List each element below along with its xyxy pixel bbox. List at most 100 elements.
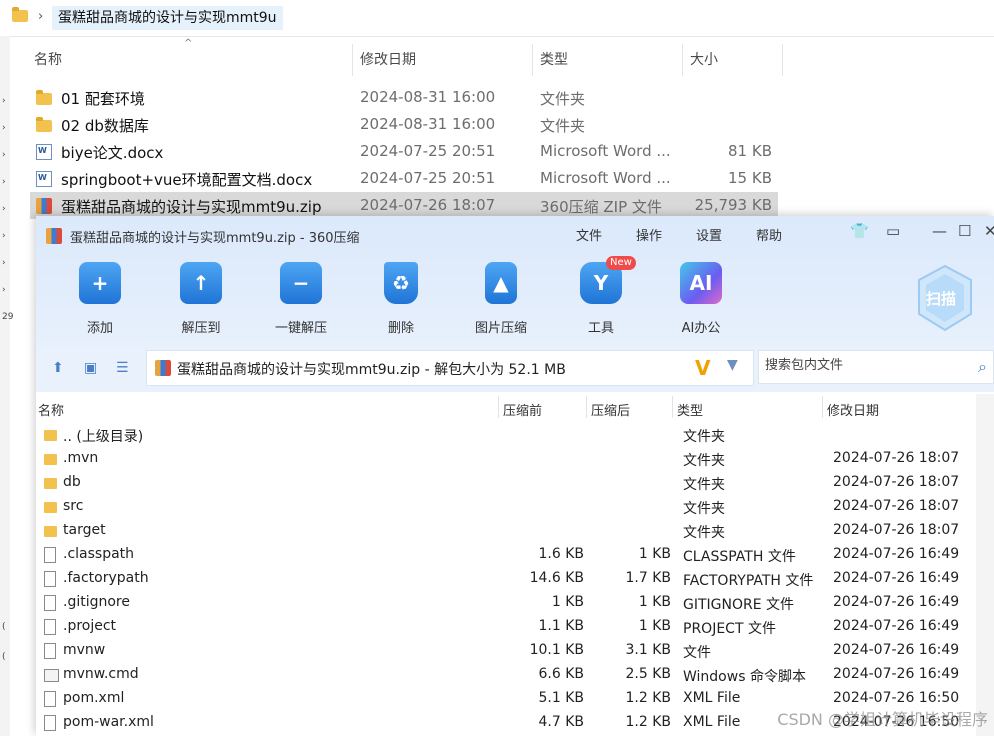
expand-chevron-icon[interactable]: ›	[2, 285, 6, 295]
file-row[interactable]: biye论文.docx 2024-07-25 20:51 Microsoft W…	[30, 138, 778, 165]
ai-office-button[interactable]: AI AI办公	[661, 262, 741, 336]
maximize-icon[interactable]: ☐	[958, 222, 971, 240]
archive-search-box[interactable]: ⌕	[758, 350, 994, 384]
file-icon	[44, 691, 56, 707]
image-compress-icon: ▲	[485, 262, 517, 304]
column-header-date[interactable]: 修改日期	[827, 400, 879, 419]
search-icon[interactable]: ⌕	[978, 357, 987, 377]
entry-name: target	[63, 522, 106, 538]
column-divider[interactable]	[498, 396, 499, 418]
file-name: 01 配套环境	[61, 90, 145, 108]
close-icon[interactable]: ✕	[984, 222, 994, 240]
expand-chevron-icon[interactable]: ›	[2, 123, 6, 133]
file-row[interactable]: 02 db数据库 2024-08-31 16:00 文件夹	[30, 111, 778, 138]
entry-type: GITIGNORE 文件	[683, 597, 795, 613]
extract-to-button[interactable]: ↑ 解压到	[161, 262, 241, 336]
tools-button[interactable]: Y 工具	[561, 262, 641, 336]
search-input[interactable]	[763, 357, 967, 374]
verified-v-icon[interactable]: V	[695, 356, 710, 380]
expand-chevron-icon[interactable]: ›	[2, 231, 6, 241]
expand-chevron-icon[interactable]: ›	[2, 258, 6, 268]
entry-type: CLASSPATH 文件	[683, 549, 796, 565]
archive-row[interactable]: db 文件夹 2024-07-26 18:07	[36, 471, 976, 495]
expand-chevron-icon[interactable]: ›	[2, 204, 6, 214]
360zip-logo-icon	[46, 228, 62, 244]
entry-size-before: 1.1 KB	[538, 618, 585, 634]
archive-row[interactable]: .factorypath 14.6 KB 1.7 KB FACTORYPATH …	[36, 567, 976, 591]
entry-name: .. (上级目录)	[63, 429, 144, 445]
column-header-date[interactable]: 修改日期	[360, 44, 416, 76]
dropdown-arrow-icon[interactable]: ▼	[727, 357, 738, 373]
nav-pane-text: 29	[2, 312, 14, 322]
column-header-name[interactable]: 名称	[34, 44, 62, 76]
address-bar[interactable]: › 蛋糕甜品商城的设计与实现mmt9u	[0, 0, 994, 37]
file-name: biye论文.docx	[61, 144, 164, 162]
column-header-type[interactable]: 类型	[677, 400, 703, 419]
menu-file[interactable]: 文件	[576, 225, 602, 244]
archive-row[interactable]: .mvn 文件夹 2024-07-26 18:07	[36, 447, 976, 471]
new-badge: New	[606, 256, 636, 270]
archive-row[interactable]: mvnw.cmd 6.6 KB 2.5 KB Windows 命令脚本 2024…	[36, 663, 976, 687]
vertical-scrollbar[interactable]	[976, 394, 994, 736]
entry-size-after: 1.2 KB	[625, 690, 672, 706]
scan-button[interactable]: 扫描	[916, 264, 974, 332]
column-divider[interactable]	[822, 396, 823, 418]
path-navigation-bar: ⬆ ▣ ☰ 蛋糕甜品商城的设计与实现mmt9u.zip - 解包大小为 52.1…	[36, 346, 994, 392]
view-thumbnail-icon[interactable]: ▣	[84, 360, 97, 376]
column-header-after[interactable]: 压缩后	[591, 400, 630, 419]
menu-help[interactable]: 帮助	[756, 225, 782, 244]
chevron-right-icon[interactable]: ›	[38, 9, 43, 24]
feedback-icon[interactable]: ▭	[886, 222, 900, 240]
archive-row[interactable]: mvnw 10.1 KB 3.1 KB 文件 2024-07-26 16:49	[36, 639, 976, 663]
column-divider[interactable]	[352, 44, 353, 76]
entry-name: .mvn	[63, 450, 99, 466]
menu-settings[interactable]: 设置	[696, 225, 722, 244]
add-button[interactable]: + 添加	[60, 262, 140, 336]
entry-type: FACTORYPATH 文件	[683, 573, 814, 589]
column-divider[interactable]	[586, 396, 587, 418]
file-row[interactable]: 01 配套环境 2024-08-31 16:00 文件夹	[30, 84, 778, 111]
archive-row[interactable]: .classpath 1.6 KB 1 KB CLASSPATH 文件 2024…	[36, 543, 976, 567]
expand-chevron-icon[interactable]: ›	[2, 150, 6, 160]
image-compress-button[interactable]: ▲ 图片压缩	[461, 262, 541, 336]
breadcrumb[interactable]: 蛋糕甜品商城的设计与实现mmt9u	[52, 6, 283, 30]
archive-row[interactable]: .project 1.1 KB 1 KB PROJECT 文件 2024-07-…	[36, 615, 976, 639]
tool-label: 图片压缩	[474, 321, 527, 336]
skin-icon[interactable]: 👕	[850, 222, 869, 240]
column-header-before[interactable]: 压缩前	[503, 400, 542, 419]
column-divider[interactable]	[672, 396, 673, 418]
menu-operation[interactable]: 操作	[636, 225, 662, 244]
column-header-type[interactable]: 类型	[540, 44, 568, 76]
entry-type: XML File	[683, 714, 741, 730]
minimize-icon[interactable]: —	[932, 222, 947, 240]
archive-row[interactable]: src 文件夹 2024-07-26 18:07	[36, 495, 976, 519]
archive-path-box[interactable]: 蛋糕甜品商城的设计与实现mmt9u.zip - 解包大小为 52.1 MB V …	[146, 350, 754, 386]
one-click-extract-button[interactable]: − 一键解压	[261, 262, 341, 336]
file-icon	[44, 595, 56, 611]
column-header-size[interactable]: 大小	[690, 44, 718, 76]
delete-button[interactable]: ♻ 删除	[361, 262, 441, 336]
expand-chevron-icon[interactable]: ›	[2, 96, 6, 106]
column-divider[interactable]	[682, 44, 683, 76]
archive-row[interactable]: .. (上级目录) 文件夹	[36, 423, 976, 447]
file-size: 81 KB	[728, 142, 772, 160]
entry-size-before: 5.1 KB	[538, 690, 585, 706]
folder-icon	[44, 430, 57, 441]
view-list-icon[interactable]: ☰	[116, 360, 129, 376]
folder-icon	[44, 454, 57, 465]
column-header-name[interactable]: 名称	[38, 400, 64, 419]
entry-size-before: 4.7 KB	[538, 714, 585, 730]
entry-name: db	[63, 474, 81, 490]
file-row[interactable]: springboot+vue环境配置文档.docx 2024-07-25 20:…	[30, 165, 778, 192]
file-name: springboot+vue环境配置文档.docx	[61, 171, 313, 189]
archive-row[interactable]: target 文件夹 2024-07-26 18:07	[36, 519, 976, 543]
archive-row[interactable]: .gitignore 1 KB 1 KB GITIGNORE 文件 2024-0…	[36, 591, 976, 615]
navigation-pane[interactable]: › › › › › › › › 29 ( (	[0, 36, 14, 736]
expand-chevron-icon[interactable]: ›	[2, 177, 6, 187]
file-row-selected[interactable]: 蛋糕甜品商城的设计与实现mmt9u.zip 2024-07-26 18:07 3…	[30, 192, 778, 219]
entry-size-before: 10.1 KB	[529, 642, 584, 658]
column-divider[interactable]	[782, 44, 783, 76]
column-divider[interactable]	[532, 44, 533, 76]
file-date: 2024-07-26 18:07	[360, 196, 496, 214]
up-level-icon[interactable]: ⬆	[52, 360, 64, 376]
